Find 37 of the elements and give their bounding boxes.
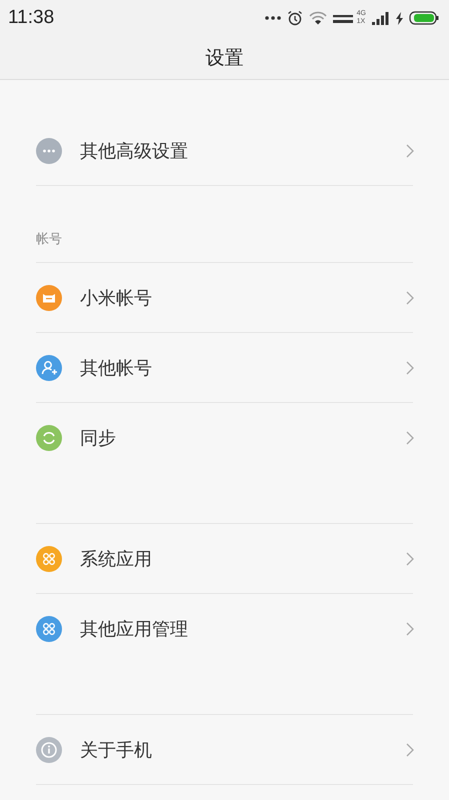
- item-label: 关于手机: [80, 738, 153, 762]
- settings-item[interactable]: 其他帐号: [36, 332, 413, 402]
- section-header: 帐号: [36, 231, 62, 248]
- charging-icon: [396, 12, 403, 24]
- settings-item[interactable]: 系统应用: [36, 523, 413, 593]
- settings-item[interactable]: 关于手机: [36, 714, 413, 785]
- more-icon: [36, 138, 62, 164]
- settings-item[interactable]: 小米帐号: [36, 262, 413, 332]
- settings-item[interactable]: 其他应用管理: [36, 593, 413, 663]
- status-time: 11:38: [8, 7, 54, 29]
- apps-icon: [36, 616, 62, 642]
- more-dots-icon: [264, 16, 281, 20]
- info-icon: [36, 736, 62, 762]
- item-label: 小米帐号: [80, 286, 153, 310]
- chevron-icon: [406, 622, 414, 636]
- item-label: 其他帐号: [80, 356, 153, 380]
- chevron-icon: [406, 430, 414, 444]
- sync-icon: [36, 424, 62, 450]
- wifi-icon: [308, 11, 327, 25]
- item-label: 其他高级设置: [80, 140, 189, 162]
- chevron-icon: [406, 742, 414, 756]
- chevron-icon: [406, 144, 414, 158]
- settings-item[interactable]: 同步: [36, 402, 413, 472]
- signal-icon: [372, 12, 390, 24]
- settings-item[interactable]: 其他高级设置: [36, 116, 413, 186]
- chevron-icon: [406, 360, 414, 374]
- alarm-icon: [286, 10, 303, 26]
- item-label: 同步: [80, 426, 117, 450]
- signal-bars-icon: [332, 12, 355, 24]
- item-label: 系统应用: [80, 548, 153, 570]
- chevron-icon: [406, 290, 414, 304]
- page-title: 设置: [206, 46, 244, 70]
- chevron-icon: [406, 552, 414, 566]
- apps-icon: [36, 546, 62, 572]
- battery-icon: [409, 11, 439, 25]
- add-person-icon: [36, 354, 62, 380]
- item-label: 其他应用管理: [80, 618, 189, 640]
